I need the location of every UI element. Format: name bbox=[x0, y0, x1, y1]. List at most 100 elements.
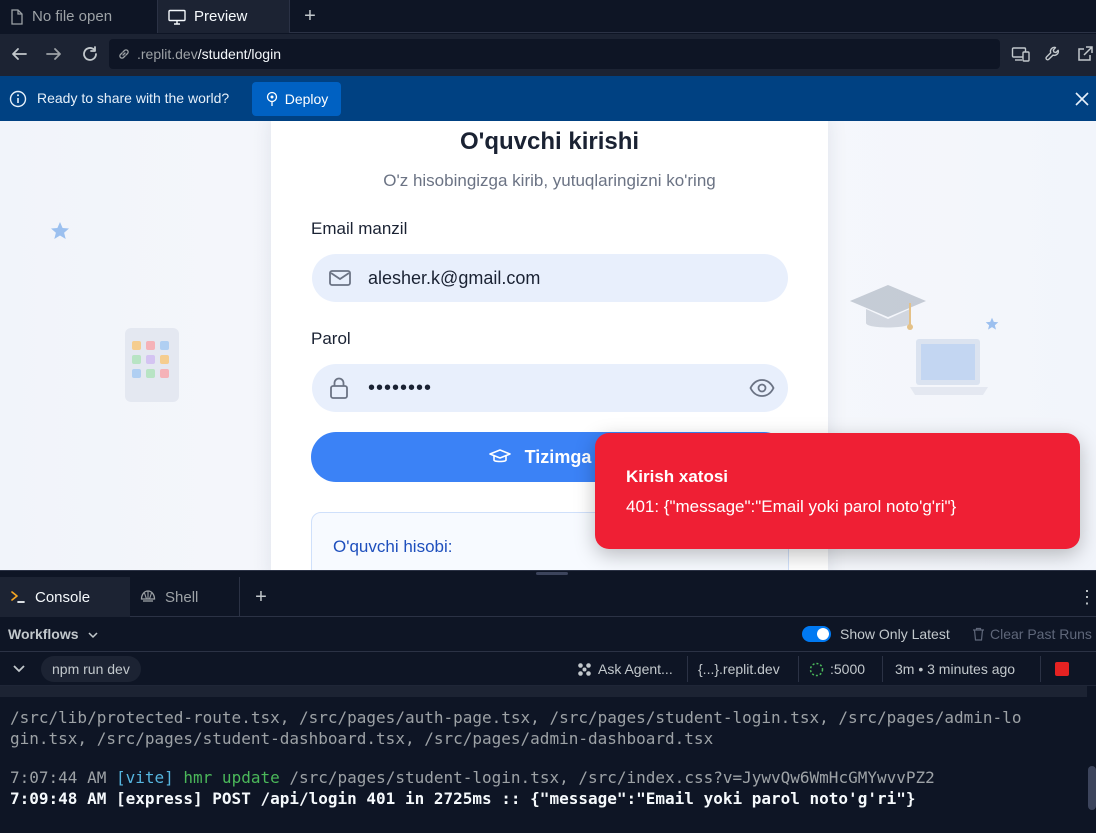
email-field[interactable]: alesher.k@gmail.com bbox=[312, 254, 788, 302]
show-only-latest-toggle[interactable] bbox=[802, 626, 831, 642]
tab-preview-label: Preview bbox=[194, 8, 248, 25]
run-command-label: npm run dev bbox=[52, 661, 130, 677]
deploy-banner-message: Ready to share with the world? bbox=[37, 90, 230, 106]
ask-agent-button[interactable]: Ask Agent... bbox=[577, 661, 673, 677]
graduation-cap-icon bbox=[488, 449, 511, 463]
laptop-icon bbox=[910, 339, 988, 395]
run-command-badge: npm run dev bbox=[41, 656, 141, 682]
page-title: O'quvchi kirishi bbox=[459, 128, 640, 155]
console-text: /src/pages/student-login.tsx, /src/index… bbox=[279, 768, 935, 787]
separator bbox=[687, 656, 688, 682]
console-hmr: hmr update bbox=[173, 768, 280, 787]
chevron-down-icon[interactable] bbox=[87, 629, 99, 641]
password-field[interactable]: •••••••• bbox=[312, 364, 788, 412]
open-new-window-button[interactable] bbox=[1072, 41, 1096, 67]
tab-console-label: Console bbox=[35, 588, 91, 606]
wrench-icon bbox=[1045, 46, 1060, 61]
deploy-button-label: Deploy bbox=[284, 91, 329, 107]
devices-button[interactable] bbox=[1008, 41, 1034, 67]
link-icon bbox=[119, 49, 129, 59]
devtools-button[interactable] bbox=[1040, 41, 1066, 67]
agent-icon bbox=[578, 662, 591, 676]
forward-button[interactable] bbox=[41, 41, 67, 67]
terminal-icon bbox=[11, 591, 25, 603]
deploy-banner: Ready to share with the world? Deploy bbox=[0, 76, 1096, 121]
file-icon bbox=[11, 8, 23, 25]
kebab-menu-icon: ⋮ bbox=[1078, 586, 1096, 607]
chevron-down-icon[interactable] bbox=[12, 661, 26, 675]
tab-shell[interactable]: Shell bbox=[130, 577, 240, 617]
vertical-scrollbar[interactable] bbox=[1088, 766, 1096, 810]
console-line: /src/lib/protected-route.tsx, /src/pages… bbox=[10, 708, 1022, 727]
eye-icon[interactable] bbox=[749, 377, 775, 399]
tab-preview[interactable]: Preview bbox=[158, 0, 290, 33]
port-indicator[interactable]: :5000 bbox=[809, 661, 865, 677]
plus-icon: + bbox=[304, 5, 316, 27]
toggle-knob bbox=[817, 628, 829, 640]
error-toast[interactable]: Kirish xatosi 401: {"message":"Email yok… bbox=[595, 433, 1080, 549]
console-line: 7:07:44 AM [vite] hmr update /src/pages/… bbox=[10, 767, 935, 788]
pane-resize-handle[interactable] bbox=[0, 570, 1096, 577]
separator bbox=[798, 656, 799, 682]
tab-shell-label: Shell bbox=[165, 588, 199, 606]
tab-bar: No file open Preview + bbox=[0, 0, 1096, 33]
clear-past-runs-label: Clear Past Runs bbox=[990, 626, 1092, 642]
reload-icon bbox=[83, 46, 97, 61]
email-label: Email manzil bbox=[311, 219, 408, 238]
reload-button[interactable] bbox=[77, 41, 103, 67]
run-time: 3m • 3 minutes ago bbox=[895, 661, 1015, 677]
arrow-left-icon bbox=[12, 48, 27, 60]
close-icon[interactable] bbox=[1075, 92, 1089, 106]
url-bar[interactable]: .replit.dev /student/login bbox=[109, 39, 1000, 69]
domain-label: {...}.replit.dev bbox=[698, 661, 780, 677]
resize-grip bbox=[536, 572, 568, 575]
email-value: alesher.k@gmail.com bbox=[368, 267, 541, 288]
mail-icon bbox=[329, 270, 351, 286]
domain-link[interactable]: {...}.replit.dev bbox=[698, 661, 780, 677]
deploy-button[interactable]: Deploy bbox=[252, 82, 341, 116]
separator bbox=[1040, 656, 1041, 682]
more-options-button[interactable]: ⋮ bbox=[1078, 577, 1096, 617]
horizontal-scrollbar[interactable] bbox=[0, 686, 1087, 697]
browser-nav-bar: .replit.dev /student/login bbox=[0, 34, 1096, 76]
back-button[interactable] bbox=[6, 41, 32, 67]
external-link-icon bbox=[1078, 46, 1093, 61]
lock-icon bbox=[330, 377, 348, 399]
trash-icon bbox=[973, 627, 984, 641]
star-icon bbox=[51, 222, 69, 239]
clear-past-runs-button[interactable]: Clear Past Runs bbox=[972, 626, 1092, 642]
stop-button[interactable] bbox=[1055, 662, 1069, 676]
run-status-bar: npm run dev Ask Agent... {...}.replit.de… bbox=[0, 652, 1096, 686]
console-tag: [vite] bbox=[115, 768, 174, 787]
console-output: /src/lib/protected-route.tsx, /src/pages… bbox=[0, 697, 1096, 833]
plus-icon: + bbox=[255, 585, 267, 608]
tab-no-file-label: No file open bbox=[32, 8, 113, 25]
workflows-dropdown[interactable]: Workflows bbox=[8, 626, 79, 642]
password-label: Parol bbox=[311, 329, 351, 348]
bottom-tab-bar: Console Shell + ⋮ bbox=[0, 577, 1096, 617]
devices-icon bbox=[1011, 47, 1030, 62]
info-box-title: O'quvchi hisobi: bbox=[333, 537, 453, 556]
run-time-label: 3m • 3 minutes ago bbox=[895, 661, 1016, 677]
page-subtitle: O'z hisobingizga kirib, yutuqlaringizni … bbox=[383, 171, 716, 190]
toast-message: 401: {"message":"Email yoki parol noto'g… bbox=[626, 497, 957, 516]
shell-icon bbox=[140, 590, 156, 602]
workflows-bar: Workflows Show Only Latest Clear Past Ru… bbox=[0, 617, 1096, 652]
new-tab-button[interactable]: + bbox=[290, 0, 330, 33]
new-tab-button[interactable]: + bbox=[248, 577, 274, 617]
show-only-latest-label: Show Only Latest bbox=[840, 626, 950, 642]
deploy-icon bbox=[266, 91, 277, 106]
port-label: :5000 bbox=[830, 661, 866, 677]
star-icon bbox=[985, 317, 999, 330]
tab-no-file[interactable]: No file open bbox=[0, 0, 158, 33]
console-timestamp: 7:07:44 AM bbox=[10, 768, 116, 787]
ask-agent-label: Ask Agent... bbox=[598, 661, 673, 677]
tab-console[interactable]: Console bbox=[0, 577, 130, 617]
toast-title: Kirish xatosi bbox=[626, 467, 729, 486]
monitor-icon bbox=[168, 9, 186, 25]
arrow-right-icon bbox=[46, 48, 61, 60]
url-path: /student/login bbox=[197, 46, 281, 62]
tablet-icon bbox=[125, 328, 179, 402]
info-icon bbox=[9, 90, 27, 108]
url-host: .replit.dev bbox=[137, 46, 198, 62]
